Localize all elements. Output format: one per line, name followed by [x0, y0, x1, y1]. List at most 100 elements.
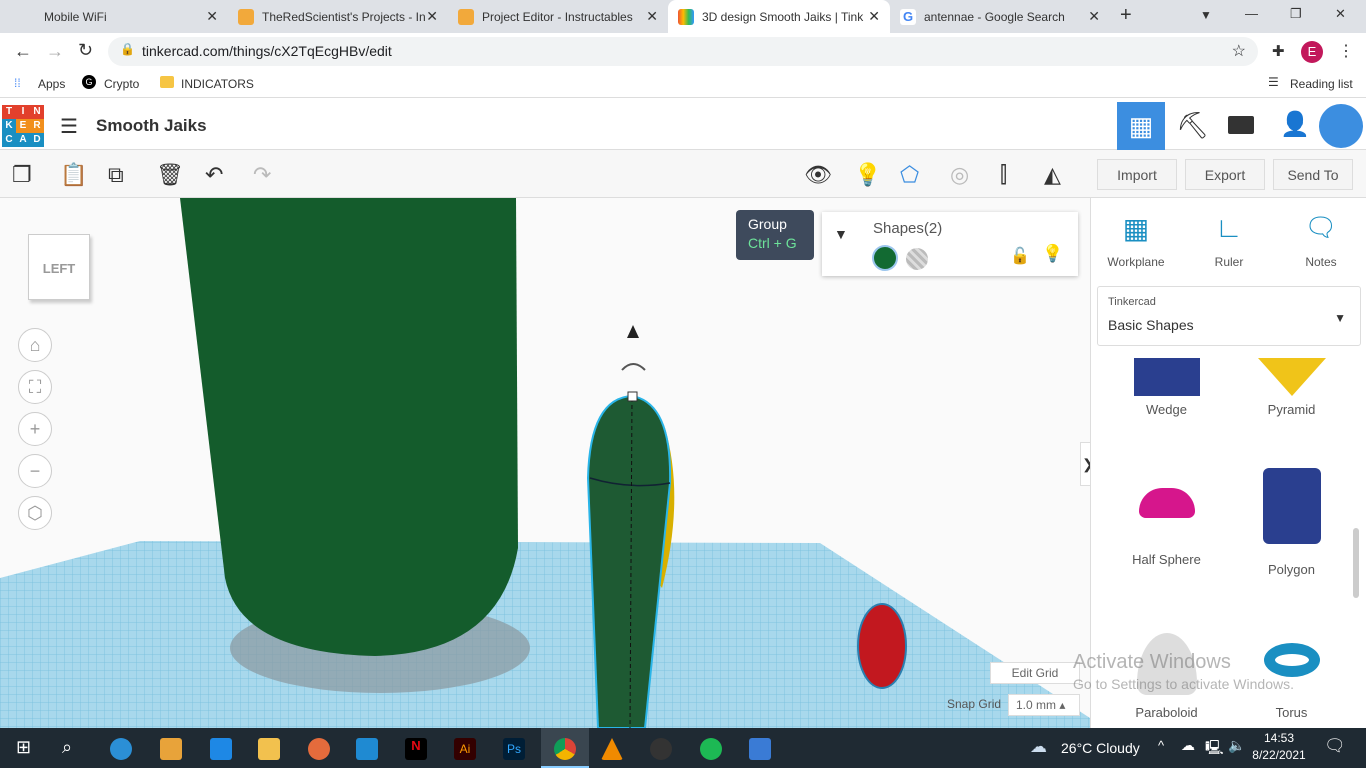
- show-all-icon[interactable]: 👁: [804, 162, 832, 188]
- netflix-icon[interactable]: N: [405, 738, 427, 760]
- height-handle[interactable]: [628, 392, 637, 401]
- view-cube[interactable]: LEFT: [28, 234, 90, 300]
- url-input[interactable]: 🔒tinkercad.com/things/cX2TqEcgHBv/edit☆: [108, 37, 1258, 66]
- clock-time[interactable]: 14:53: [1252, 731, 1306, 745]
- photoshop-icon[interactable]: Ps: [503, 738, 525, 760]
- hole-swatch[interactable]: [906, 248, 928, 270]
- bookmark-crypto[interactable]: Crypto: [104, 77, 139, 91]
- hide-lightbulb-icon[interactable]: 💡: [854, 162, 881, 188]
- vscode-icon[interactable]: [356, 738, 378, 760]
- mail-icon[interactable]: [210, 738, 232, 760]
- maximize-button[interactable]: ❐: [1290, 6, 1302, 22]
- rotate-handle[interactable]: [622, 364, 645, 370]
- profile-avatar[interactable]: E: [1301, 41, 1323, 63]
- snap-grid-select[interactable]: 1.0 mm ▴: [1008, 694, 1080, 716]
- shape-library-select[interactable]: Tinkercad Basic Shapes ▼: [1097, 286, 1361, 346]
- add-user-icon[interactable]: 👤: [1280, 110, 1310, 139]
- redo-icon[interactable]: ↷: [253, 162, 271, 188]
- delete-icon[interactable]: 🗑: [156, 162, 184, 188]
- chrome-taskbar-button[interactable]: [541, 728, 589, 768]
- import-button[interactable]: Import: [1097, 159, 1177, 190]
- group-icon[interactable]: ⬠: [900, 162, 919, 188]
- copy-icon[interactable]: ❐: [12, 162, 32, 188]
- paste-icon[interactable]: 📋: [60, 162, 87, 188]
- lift-arrow[interactable]: [627, 325, 639, 338]
- shape-paraboloid[interactable]: Paraboloid: [1104, 633, 1229, 720]
- close-icon[interactable]: ✕: [868, 8, 880, 25]
- menu-icon[interactable]: ⋮: [1338, 41, 1354, 61]
- reading-list[interactable]: Reading list: [1290, 77, 1353, 91]
- workplane-icon[interactable]: ▦: [1106, 212, 1166, 245]
- codeblocks-pickaxe-icon[interactable]: ⛏: [1176, 110, 1209, 141]
- ruler-icon[interactable]: ∟: [1199, 212, 1259, 244]
- export-button[interactable]: Export: [1185, 159, 1265, 190]
- panel-collapse-button[interactable]: ❯: [1080, 442, 1090, 486]
- bookmark-star-icon[interactable]: ☆: [1232, 41, 1246, 61]
- file-explorer-icon[interactable]: [258, 738, 280, 760]
- design-name[interactable]: Smooth Jaiks: [96, 116, 207, 136]
- perspective-button[interactable]: ⬡: [18, 496, 52, 530]
- new-tab-button[interactable]: +: [1120, 4, 1132, 27]
- tab-search-icon[interactable]: ▼: [1200, 8, 1212, 22]
- illustrator-icon[interactable]: Ai: [454, 738, 476, 760]
- minimize-button[interactable]: —: [1245, 6, 1258, 21]
- close-icon[interactable]: ✕: [426, 8, 438, 25]
- solid-color-swatch[interactable]: [872, 245, 898, 271]
- spotify-icon[interactable]: [700, 738, 722, 760]
- onedrive-icon[interactable]: ☁: [1181, 737, 1195, 754]
- undo-icon[interactable]: ↶: [205, 162, 223, 188]
- shape-torus[interactable]: Torus: [1229, 643, 1353, 720]
- app-icon[interactable]: [308, 738, 330, 760]
- shape-half-sphere[interactable]: Half Sphere: [1104, 488, 1229, 567]
- zoom-out-button[interactable]: −: [18, 454, 52, 488]
- close-icon[interactable]: ✕: [646, 8, 658, 25]
- lightbulb-icon[interactable]: 💡: [1042, 244, 1063, 264]
- tab-redscientist[interactable]: TheRedScientist's Projects - In✕: [228, 0, 448, 33]
- bookmark-indicators[interactable]: INDICATORS: [181, 77, 254, 91]
- tray-chevron-icon[interactable]: ^: [1158, 738, 1164, 753]
- green-cylinder-shape[interactable]: [180, 198, 518, 656]
- store-icon[interactable]: [160, 738, 182, 760]
- send-to-button[interactable]: Send To: [1273, 159, 1353, 190]
- tab-tinkercad[interactable]: 3D design Smooth Jaiks | Tink✕: [668, 0, 890, 33]
- shape-wedge[interactable]: Wedge: [1104, 358, 1229, 417]
- zoom-in-button[interactable]: +: [18, 412, 52, 446]
- red-egg-shape[interactable]: [858, 604, 906, 688]
- workplane-tool[interactable]: Workplane: [1106, 255, 1166, 269]
- vlc-icon[interactable]: [601, 738, 623, 760]
- close-icon[interactable]: ✕: [1088, 8, 1100, 25]
- close-icon[interactable]: ✕: [206, 8, 218, 25]
- tab-google[interactable]: Gantennae - Google Search✕: [890, 0, 1110, 33]
- close-window-button[interactable]: ✕: [1335, 6, 1346, 22]
- app-w-icon[interactable]: [650, 738, 672, 760]
- align-icon[interactable]: ⫿: [1000, 162, 1007, 188]
- tab-project-editor[interactable]: Project Editor - Instructables✕: [448, 0, 668, 33]
- edge-icon[interactable]: [110, 738, 132, 760]
- bricks-icon[interactable]: [1228, 116, 1254, 134]
- home-view-button[interactable]: ⌂: [18, 328, 52, 362]
- reload-button[interactable]: ↻: [78, 40, 93, 61]
- duplicate-icon[interactable]: ⧉: [108, 162, 124, 188]
- 3d-workplane-viewport[interactable]: LEFT ⌂ ⛶ + − ⬡ ▼ Shapes(2) 🔓 💡 Group Ctr…: [0, 198, 1090, 728]
- clock-date[interactable]: 8/22/2021: [1249, 748, 1309, 762]
- 3d-view-button[interactable]: ▦: [1117, 102, 1165, 150]
- ruler-tool[interactable]: Ruler: [1199, 255, 1259, 269]
- shape-polygon[interactable]: Polygon: [1229, 468, 1353, 577]
- mirror-icon[interactable]: ◭: [1044, 162, 1061, 188]
- photos-icon[interactable]: [749, 738, 771, 760]
- edit-grid-button[interactable]: Edit Grid: [990, 662, 1080, 684]
- search-icon[interactable]: ⌕: [62, 737, 72, 758]
- panel-scrollbar[interactable]: [1353, 528, 1359, 598]
- notifications-icon[interactable]: 🗨: [1324, 736, 1346, 756]
- extensions-icon[interactable]: ✚: [1272, 42, 1285, 60]
- collapse-icon[interactable]: ▼: [834, 226, 848, 242]
- tinkercad-logo[interactable]: TINKERCAD: [2, 105, 44, 147]
- user-avatar[interactable]: [1319, 104, 1363, 148]
- volume-icon[interactable]: 🔈: [1228, 737, 1245, 754]
- start-icon[interactable]: ⊞: [16, 737, 31, 758]
- notes-tool[interactable]: Notes: [1291, 255, 1351, 269]
- tab-mobile-wifi[interactable]: Mobile WiFi✕: [0, 0, 228, 33]
- network-icon[interactable]: 🖳: [1205, 737, 1224, 761]
- weather-text[interactable]: 26°C Cloudy: [1061, 740, 1140, 756]
- forward-button[interactable]: →: [46, 41, 64, 62]
